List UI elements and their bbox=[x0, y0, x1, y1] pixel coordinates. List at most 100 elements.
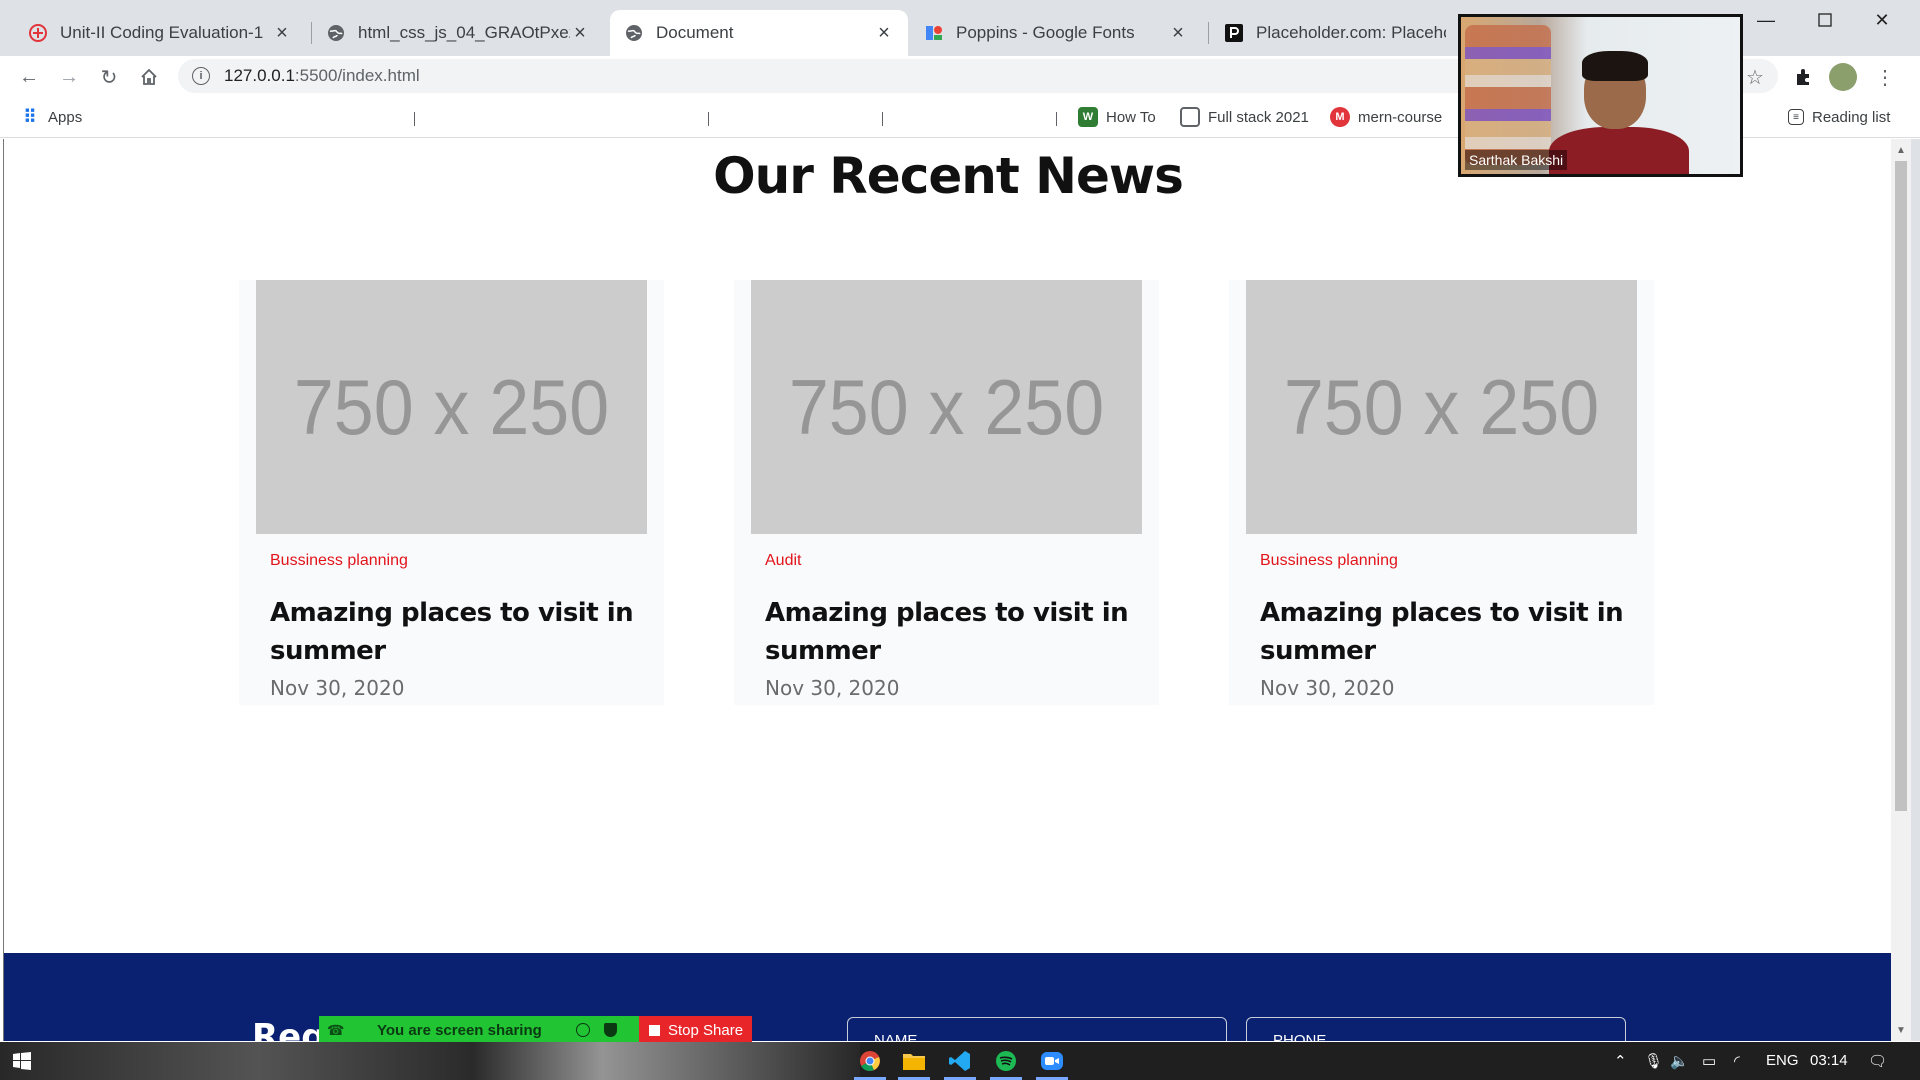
file-explorer-icon[interactable] bbox=[892, 1046, 936, 1080]
close-tab-icon[interactable]: × bbox=[1168, 22, 1188, 45]
tab-google-fonts[interactable]: Poppins - Google Fonts × bbox=[910, 10, 1202, 56]
bookmark-label: Reading list bbox=[1812, 108, 1891, 126]
card-headline[interactable]: Amazing places to visit in summer bbox=[765, 594, 1145, 670]
card-date: Nov 30, 2020 bbox=[765, 676, 900, 700]
drag-handle-icon[interactable]: ☎ bbox=[327, 1022, 349, 1039]
apps-grid-icon: ⠿ bbox=[23, 106, 37, 127]
back-button[interactable]: ← bbox=[14, 62, 44, 92]
card-category[interactable]: Bussiness planning bbox=[270, 552, 408, 570]
bookmark-label: mern-course bbox=[1358, 108, 1443, 126]
card-date: Nov 30, 2020 bbox=[270, 676, 405, 700]
bookmark-label: Full stack 2021 bbox=[1208, 108, 1309, 126]
zoom-icon[interactable] bbox=[1030, 1046, 1074, 1080]
card-category[interactable]: Bussiness planning bbox=[1260, 552, 1398, 570]
tab-title: html_css_js_04_GRAOtPxezn.png bbox=[358, 23, 570, 42]
reload-button[interactable]: ↻ bbox=[94, 62, 124, 92]
chrome-icon[interactable] bbox=[848, 1046, 892, 1080]
close-tab-icon[interactable]: × bbox=[874, 22, 894, 45]
card-category[interactable]: Audit bbox=[765, 552, 801, 570]
tab-title: Poppins - Google Fonts bbox=[956, 23, 1135, 42]
card-date: Nov 30, 2020 bbox=[1260, 676, 1395, 700]
bookmark-separator bbox=[708, 112, 709, 126]
bookmark-separator bbox=[414, 112, 415, 126]
site-info-icon[interactable]: i bbox=[192, 67, 210, 85]
bookmark-separator bbox=[1056, 112, 1057, 126]
card-headline[interactable]: Amazing places to visit in summer bbox=[1260, 594, 1640, 670]
stop-share-label: Stop Share bbox=[668, 1021, 744, 1039]
info-icon[interactable] bbox=[575, 1023, 590, 1037]
page-icon bbox=[1180, 107, 1200, 127]
vscode-icon[interactable] bbox=[938, 1046, 982, 1080]
bookmark-how-to[interactable]: W How To bbox=[1078, 106, 1156, 128]
tab-title: Unit-II Coding Evaluation-1 bbox=[60, 23, 264, 42]
language-indicator[interactable]: ENG bbox=[1766, 1052, 1799, 1069]
reading-list[interactable]: ≡ Reading list bbox=[1788, 106, 1890, 128]
name-field[interactable]: NAME bbox=[847, 1017, 1227, 1041]
wifi-icon[interactable]: ◜ bbox=[1734, 1052, 1740, 1070]
profile-avatar[interactable] bbox=[1828, 62, 1858, 92]
url-host: 127.0.0.1 bbox=[224, 66, 295, 85]
tab-title: Placeholder.com: Placeholder.co bbox=[1256, 23, 1446, 42]
tab-document[interactable]: Document × bbox=[610, 10, 908, 56]
video-call-window[interactable]: Sarthak Bakshi bbox=[1458, 14, 1743, 177]
participant-hair bbox=[1582, 51, 1648, 81]
maximize-button[interactable] bbox=[1805, 6, 1845, 34]
scroll-up-arrow[interactable]: ▲ bbox=[1891, 141, 1911, 159]
w-icon: W bbox=[1078, 107, 1098, 127]
tray-chevron-icon[interactable]: ⌃ bbox=[1614, 1052, 1627, 1070]
masai-icon bbox=[28, 23, 48, 43]
home-button[interactable] bbox=[134, 62, 164, 92]
scroll-down-arrow[interactable]: ▼ bbox=[1891, 1021, 1911, 1039]
close-window-button[interactable]: ✕ bbox=[1862, 6, 1902, 34]
bookmark-full-stack[interactable]: Full stack 2021 bbox=[1180, 106, 1309, 128]
shield-icon[interactable] bbox=[603, 1023, 617, 1037]
tab-placeholder[interactable]: Placeholder.com: Placeholder.co bbox=[1210, 10, 1460, 56]
news-card[interactable]: 750 x 250 Bussiness planning Amazing pla… bbox=[239, 280, 664, 705]
bookmark-star-icon[interactable]: ☆ bbox=[1740, 62, 1770, 92]
windows-start-icon[interactable] bbox=[0, 1046, 44, 1076]
video-shelf bbox=[1465, 25, 1551, 165]
bookmark-label: Apps bbox=[48, 108, 83, 126]
url-text: 127.0.0.1:5500/index.html bbox=[224, 66, 420, 86]
screen-share-bar: ☎ You are screen sharing Stop Share bbox=[319, 1016, 752, 1044]
sharing-status[interactable]: ☎ You are screen sharing bbox=[319, 1016, 639, 1044]
close-tab-icon[interactable]: × bbox=[272, 22, 292, 45]
microphone-icon[interactable]: 🎙 bbox=[1644, 1052, 1663, 1070]
tab-title: Document bbox=[656, 23, 734, 42]
reading-list-icon: ≡ bbox=[1788, 109, 1804, 125]
placeholder-image: 750 x 250 bbox=[256, 280, 647, 534]
placeholder-image: 750 x 250 bbox=[1246, 280, 1637, 534]
scroll-thumb[interactable] bbox=[1895, 161, 1907, 811]
tab-unit-ii[interactable]: Unit-II Coding Evaluation-1 × bbox=[14, 10, 306, 56]
bookmark-mern-course[interactable]: M mern-course bbox=[1330, 106, 1442, 128]
name-field-label: NAME bbox=[874, 1032, 918, 1041]
page-scrollbar[interactable]: ▲ ▼ bbox=[1891, 139, 1911, 1041]
placeholder-icon bbox=[1224, 23, 1244, 43]
wallpaper-strip bbox=[0, 1042, 860, 1080]
phone-field[interactable]: PHONE bbox=[1246, 1017, 1626, 1041]
request-heading: Req bbox=[252, 1017, 326, 1041]
news-card[interactable]: 750 x 250 Bussiness planning Amazing pla… bbox=[1229, 280, 1654, 705]
globe-icon bbox=[326, 23, 346, 43]
page-viewport: Our Recent News 750 x 250 Bussiness plan… bbox=[3, 139, 1891, 1041]
menu-icon[interactable]: ⋮ bbox=[1870, 62, 1900, 92]
notifications-icon[interactable]: 🗨 bbox=[1868, 1052, 1887, 1070]
close-tab-icon[interactable]: × bbox=[570, 22, 590, 45]
card-headline[interactable]: Amazing places to visit in summer bbox=[270, 594, 650, 670]
url-path: :5500/index.html bbox=[294, 66, 420, 85]
stop-share-button[interactable]: Stop Share bbox=[639, 1016, 752, 1044]
windows-taskbar: ⌃ 🎙 🔈 ▭ ◜ ENG 03:14 🗨 bbox=[0, 1042, 1920, 1080]
m-icon: M bbox=[1330, 107, 1350, 127]
forward-button[interactable]: → bbox=[54, 62, 84, 92]
extensions-icon[interactable] bbox=[1788, 62, 1818, 92]
spotify-icon[interactable] bbox=[984, 1046, 1028, 1080]
minimize-button[interactable]: — bbox=[1746, 6, 1786, 34]
tab-png[interactable]: html_css_js_04_GRAOtPxezn.png × bbox=[312, 10, 604, 56]
clock[interactable]: 03:14 bbox=[1810, 1052, 1848, 1069]
volume-icon[interactable]: 🔈 bbox=[1670, 1052, 1689, 1070]
tab-separator bbox=[1208, 22, 1209, 44]
bookmark-apps[interactable]: ⠿ Apps bbox=[20, 106, 82, 128]
battery-icon[interactable]: ▭ bbox=[1702, 1052, 1716, 1070]
news-card[interactable]: 750 x 250 Audit Amazing places to visit … bbox=[734, 280, 1159, 705]
stop-icon bbox=[649, 1024, 660, 1036]
